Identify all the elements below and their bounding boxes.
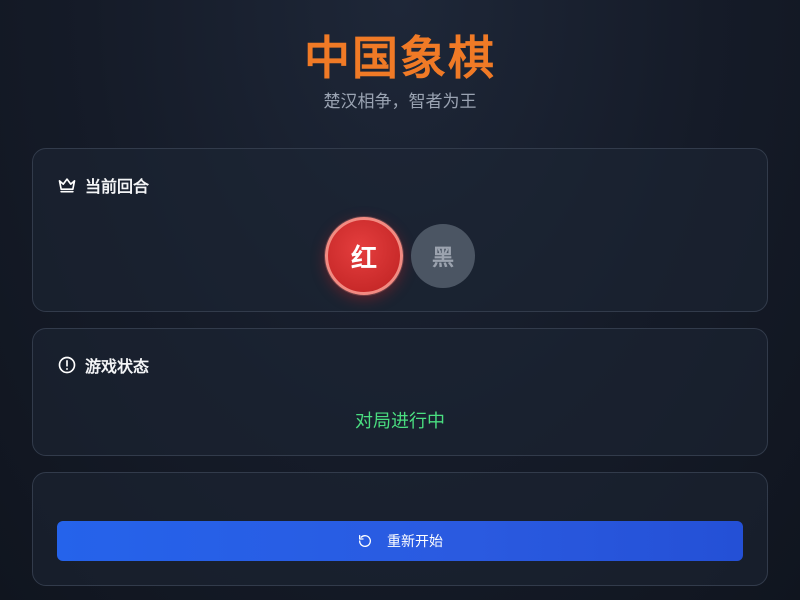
page-subtitle: 楚汉相争，智者为王 <box>323 92 477 112</box>
restart-button[interactable]: 重新开始 <box>57 521 743 561</box>
header: 中国象棋 楚汉相争，智者为王 <box>0 28 800 114</box>
black-piece-indicator: 黑 <box>411 224 475 288</box>
current-turn-label: 当前回合 <box>85 177 150 196</box>
restart-button-label: 重新开始 <box>387 534 443 550</box>
refresh-icon <box>357 533 373 549</box>
game-status-panel: 游戏状态 对局进行中 <box>32 328 768 456</box>
game-status-label: 游戏状态 <box>85 357 150 376</box>
current-turn-panel: 当前回合 红 黑 <box>32 148 768 312</box>
alert-circle-icon <box>57 355 77 375</box>
page-title: 中国象棋 <box>304 31 496 85</box>
actions-panel: 重新开始 <box>32 472 768 586</box>
game-status-text: 对局进行中 <box>355 411 445 432</box>
game-status-heading: 游戏状态 <box>57 353 149 377</box>
red-piece-indicator: 红 <box>325 217 403 295</box>
current-turn-heading: 当前回合 <box>57 173 149 197</box>
crown-icon <box>57 175 77 195</box>
turn-indicator: 红 黑 <box>33 217 767 295</box>
